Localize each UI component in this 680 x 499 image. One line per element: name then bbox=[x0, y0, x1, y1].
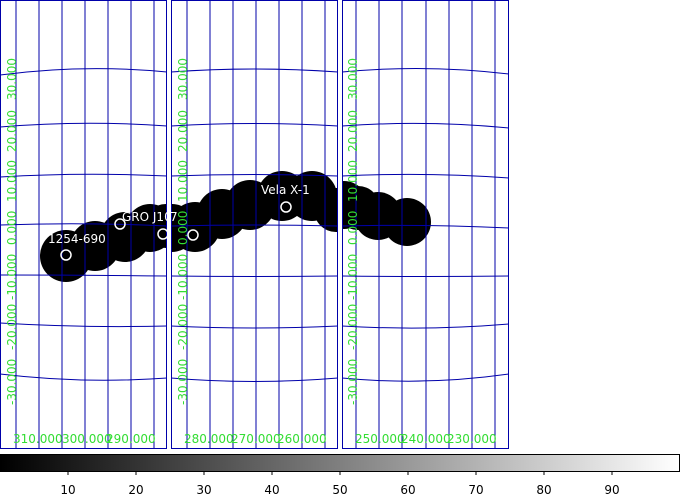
colorbar-tick-label: 80 bbox=[536, 483, 551, 497]
lat-labels: 30.000 20.000 10.000 0.000 -10.000 -20.0… bbox=[176, 58, 190, 405]
lat-label: 20.000 bbox=[176, 110, 190, 152]
lat-label: 10.000 bbox=[176, 160, 190, 202]
lat-label: 30.000 bbox=[5, 58, 19, 100]
lat-label: -10.000 bbox=[346, 254, 360, 300]
lat-label: 0.000 bbox=[346, 211, 360, 245]
lat-label: 20.000 bbox=[346, 110, 360, 152]
lat-label: 0.000 bbox=[5, 211, 19, 245]
lon-labels: 310.000 300.000 290.000 bbox=[13, 432, 156, 446]
colorbar-tick-label: 60 bbox=[400, 483, 415, 497]
source-label: Vela X-1 bbox=[261, 183, 310, 197]
colorbar-tick-label: 90 bbox=[604, 483, 619, 497]
lon-label: 290.000 bbox=[106, 432, 156, 446]
colorbar-tick-label: 70 bbox=[468, 483, 483, 497]
panel-right: 30.000 20.000 10.000 0.000 -10.000 -20.0… bbox=[342, 0, 509, 449]
lat-label: 10.000 bbox=[346, 160, 360, 202]
colorbar-tick-label: 20 bbox=[128, 483, 143, 497]
lat-label: -30.000 bbox=[346, 359, 360, 405]
lat-label: -30.000 bbox=[176, 359, 190, 405]
lat-label: 30.000 bbox=[346, 58, 360, 100]
lon-labels: 280.000 270.000 260.000 bbox=[184, 432, 327, 446]
lon-label: 270.000 bbox=[231, 432, 281, 446]
colorbar-tick-label: 50 bbox=[332, 483, 347, 497]
colorbar-tick-label: 40 bbox=[264, 483, 279, 497]
colorbar-tick-label: 30 bbox=[196, 483, 211, 497]
colorbar-gradient[interactable] bbox=[0, 454, 680, 472]
lon-label: 280.000 bbox=[184, 432, 234, 446]
colorbar-tick-label: 10 bbox=[60, 483, 75, 497]
lat-label: -10.000 bbox=[5, 254, 19, 300]
lat-label: -20.000 bbox=[176, 304, 190, 350]
lat-label: -30.000 bbox=[5, 359, 19, 405]
lat-labels: 30.000 20.000 10.000 0.000 -10.000 -20.0… bbox=[5, 58, 19, 405]
source-label: 1254-690 bbox=[48, 232, 106, 246]
lon-label: 300.000 bbox=[62, 432, 112, 446]
lat-label: -10.000 bbox=[176, 254, 190, 300]
lon-label: 260.000 bbox=[277, 432, 327, 446]
lat-label: -20.000 bbox=[5, 304, 19, 350]
sky-map-viewer: 1254-690 GRO J1008-57 30.000 20.000 10.0… bbox=[0, 0, 680, 499]
lat-label: 0.000 bbox=[176, 211, 190, 245]
colorbar[interactable]: 10 20 30 40 50 60 70 80 90 bbox=[0, 454, 680, 498]
lon-labels: 250.000 240.000 230.000 bbox=[355, 432, 497, 446]
lat-label: 10.000 bbox=[5, 160, 19, 202]
lon-label: 250.000 bbox=[355, 432, 405, 446]
colorbar-tick-labels: 10 20 30 40 50 60 70 80 90 bbox=[60, 483, 619, 497]
lon-label: 310.000 bbox=[13, 432, 63, 446]
lon-label: 240.000 bbox=[401, 432, 451, 446]
lon-label: 230.000 bbox=[447, 432, 497, 446]
lat-labels: 30.000 20.000 10.000 0.000 -10.000 -20.0… bbox=[346, 58, 360, 405]
lat-label: 30.000 bbox=[176, 58, 190, 100]
lat-label: 20.000 bbox=[5, 110, 19, 152]
lat-label: -20.000 bbox=[346, 304, 360, 350]
